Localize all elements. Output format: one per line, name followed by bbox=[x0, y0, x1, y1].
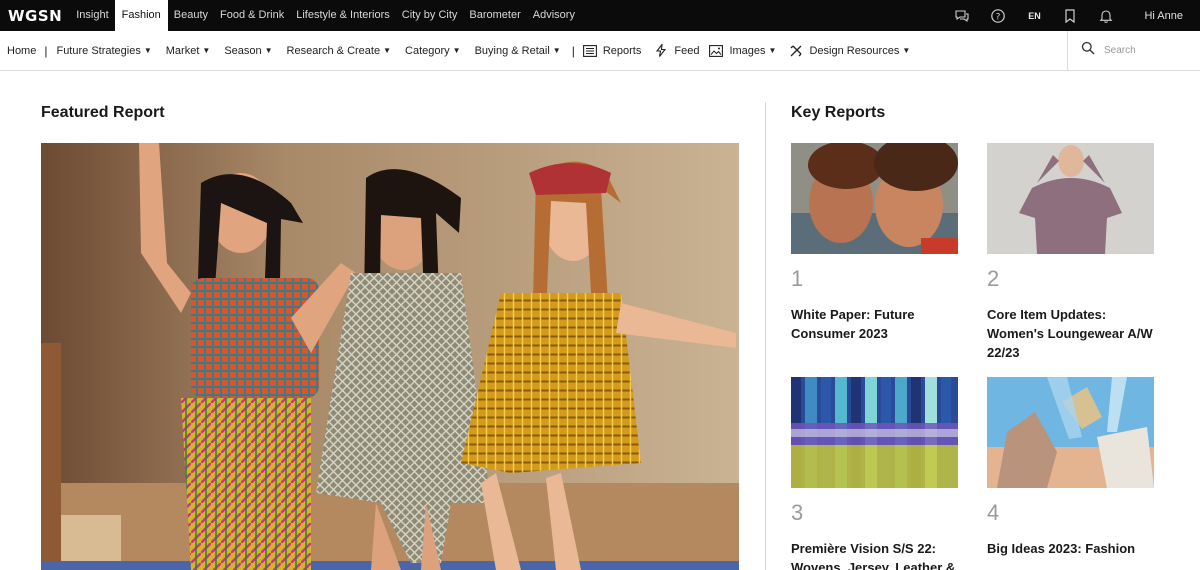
chat-icon[interactable] bbox=[944, 0, 980, 31]
nav-buying-retail-label: Buying & Retail bbox=[474, 44, 550, 57]
nav-category-label: Category bbox=[405, 44, 450, 57]
tab-beauty[interactable]: Beauty bbox=[168, 0, 214, 31]
nav-season-label: Season bbox=[224, 44, 262, 57]
nav-home-label: Home bbox=[7, 44, 37, 57]
caret-down-icon: ▼ bbox=[768, 46, 777, 55]
nav-design-resources[interactable]: Design Resources ▼ bbox=[789, 44, 910, 58]
user-greeting: Hi Anne bbox=[1144, 9, 1183, 22]
lightning-icon bbox=[654, 44, 668, 58]
report-number: 1 bbox=[791, 266, 804, 291]
report-title[interactable]: White Paper: Future Consumer 2023 bbox=[791, 305, 966, 343]
report-number: 2 bbox=[987, 266, 1000, 291]
featured-image-graphic bbox=[41, 143, 739, 570]
help-icon[interactable]: ? bbox=[980, 0, 1016, 31]
design-tools-icon bbox=[789, 44, 803, 58]
svg-text:?: ? bbox=[996, 12, 1001, 22]
caret-down-icon: ▼ bbox=[902, 46, 911, 55]
bookmark-icon[interactable] bbox=[1052, 0, 1088, 31]
key-report-card-3[interactable]: 3 Première Vision S/S 22: Wovens, Jersey… bbox=[791, 377, 959, 570]
report-title[interactable]: Big Ideas 2023: Fashion bbox=[987, 539, 1162, 558]
key-report-card-4[interactable]: 4 Big Ideas 2023: Fashion bbox=[987, 377, 1155, 558]
nav-home[interactable]: Home bbox=[7, 45, 36, 57]
nav-images-label: Images bbox=[729, 44, 766, 57]
nav-future-strategies-label: Future Strategies bbox=[56, 44, 141, 57]
nav-feed-label: Feed bbox=[674, 44, 700, 57]
nav-category[interactable]: Category ▼ bbox=[405, 45, 461, 57]
main-nav: Home | Future Strategies ▼ Market ▼ Season… bbox=[0, 31, 1200, 71]
top-right-tools: ? EN Hi Anne bbox=[944, 0, 1200, 31]
language-selector[interactable]: EN bbox=[1016, 0, 1052, 31]
column-divider bbox=[765, 102, 766, 570]
report-thumbnail[interactable] bbox=[987, 143, 1154, 254]
key-report-card-2[interactable]: 2 Core Item Updates: Women's Loungewear … bbox=[987, 143, 1155, 362]
caret-down-icon: ▼ bbox=[552, 46, 561, 55]
nav-feed[interactable]: Feed bbox=[654, 44, 699, 58]
tab-fashion[interactable]: Fashion bbox=[114, 0, 168, 31]
report-title[interactable]: Première Vision S/S 22: Wovens, Jersey, … bbox=[791, 539, 966, 570]
tab-insight[interactable]: Insight bbox=[70, 0, 114, 31]
notification-bell-icon[interactable] bbox=[1088, 0, 1124, 31]
top-bar: WGSN Insight Fashion Beauty Food & Drink… bbox=[0, 0, 1200, 31]
nav-market[interactable]: Market ▼ bbox=[166, 45, 211, 57]
nav-buying-retail[interactable]: Buying & Retail ▼ bbox=[475, 45, 561, 57]
caret-down-icon: ▼ bbox=[452, 46, 461, 55]
wgsn-logo[interactable]: WGSN bbox=[8, 7, 62, 25]
search-icon[interactable] bbox=[1081, 41, 1095, 60]
tab-city-by-city[interactable]: City by City bbox=[396, 0, 464, 31]
featured-report-image[interactable] bbox=[41, 143, 739, 570]
report-thumbnail[interactable] bbox=[791, 143, 958, 254]
top-tabs: Insight Fashion Beauty Food & Drink Life… bbox=[70, 0, 581, 31]
tab-food-drink[interactable]: Food & Drink bbox=[214, 0, 290, 31]
report-thumbnail[interactable] bbox=[791, 377, 958, 488]
nav-design-resources-label: Design Resources bbox=[809, 44, 900, 57]
caret-down-icon: ▼ bbox=[143, 46, 152, 55]
caret-down-icon: ▼ bbox=[264, 46, 273, 55]
nav-separator: | bbox=[571, 43, 575, 58]
report-number: 3 bbox=[791, 500, 804, 525]
tab-barometer[interactable]: Barometer bbox=[463, 0, 526, 31]
user-menu[interactable]: Hi Anne bbox=[1144, 10, 1183, 22]
caret-down-icon: ▼ bbox=[202, 46, 211, 55]
nav-reports-label: Reports bbox=[602, 44, 642, 57]
report-title[interactable]: Core Item Updates: Women's Loungewear A/… bbox=[987, 305, 1162, 362]
language-label: EN bbox=[1028, 10, 1041, 21]
nav-research-create-label: Research & Create bbox=[286, 44, 381, 57]
tab-advisory[interactable]: Advisory bbox=[527, 0, 581, 31]
key-report-card-1[interactable]: 1 White Paper: Future Consumer 2023 bbox=[791, 143, 959, 343]
nav-research-create[interactable]: Research & Create ▼ bbox=[287, 45, 391, 57]
featured-report-heading: Featured Report bbox=[41, 104, 165, 121]
nav-market-label: Market bbox=[165, 44, 200, 57]
report-number: 4 bbox=[987, 500, 1000, 525]
search-box bbox=[1067, 31, 1200, 70]
tab-lifestyle-interiors[interactable]: Lifestyle & Interiors bbox=[290, 0, 396, 31]
search-input[interactable] bbox=[1104, 45, 1184, 56]
nav-images[interactable]: Images ▼ bbox=[709, 44, 776, 58]
caret-down-icon: ▼ bbox=[383, 46, 392, 55]
nav-future-strategies[interactable]: Future Strategies ▼ bbox=[56, 45, 151, 57]
report-thumbnail[interactable] bbox=[987, 377, 1154, 488]
nav-reports[interactable]: Reports bbox=[582, 44, 642, 58]
nav-separator: | bbox=[44, 43, 48, 58]
reports-icon bbox=[582, 44, 597, 58]
key-reports-heading: Key Reports bbox=[791, 104, 886, 121]
nav-season[interactable]: Season ▼ bbox=[224, 45, 272, 57]
image-icon bbox=[709, 44, 724, 58]
